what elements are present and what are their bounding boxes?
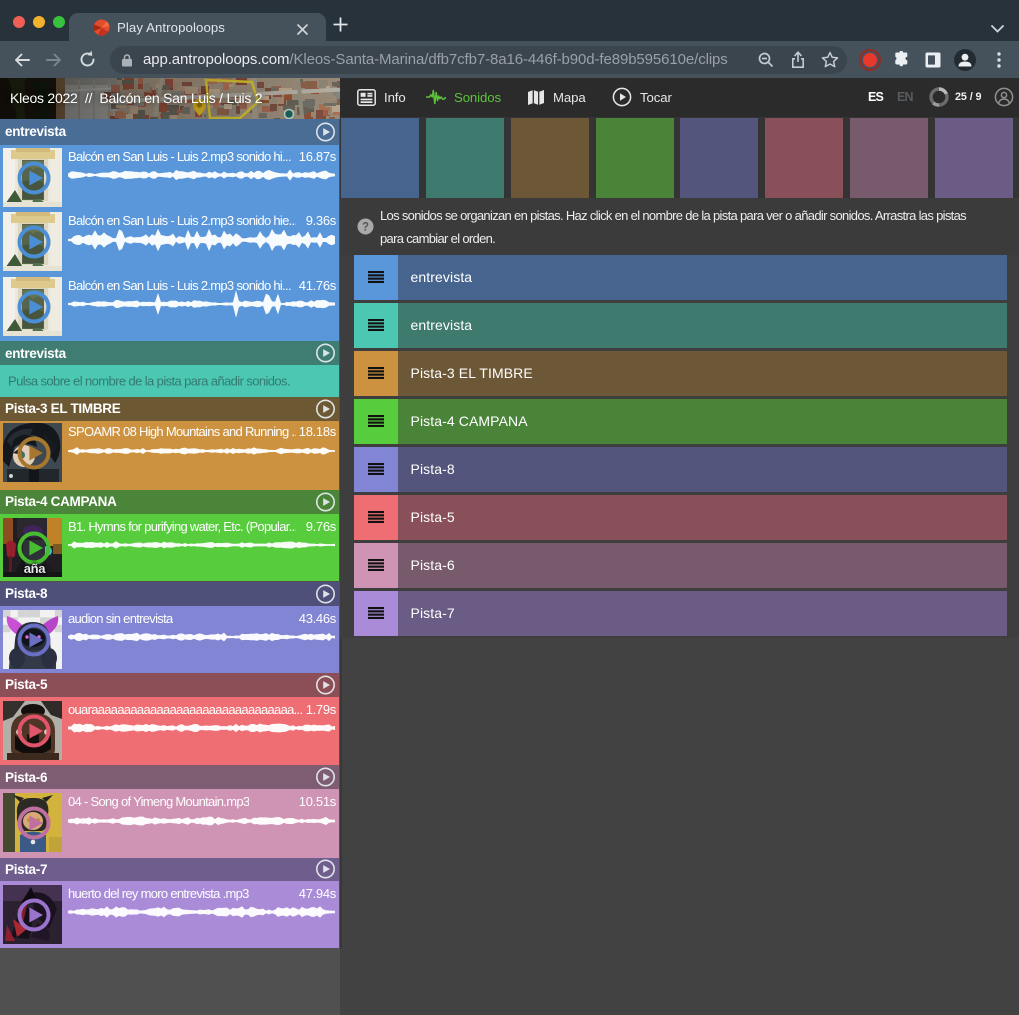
svg-text:?: ? bbox=[362, 222, 369, 234]
